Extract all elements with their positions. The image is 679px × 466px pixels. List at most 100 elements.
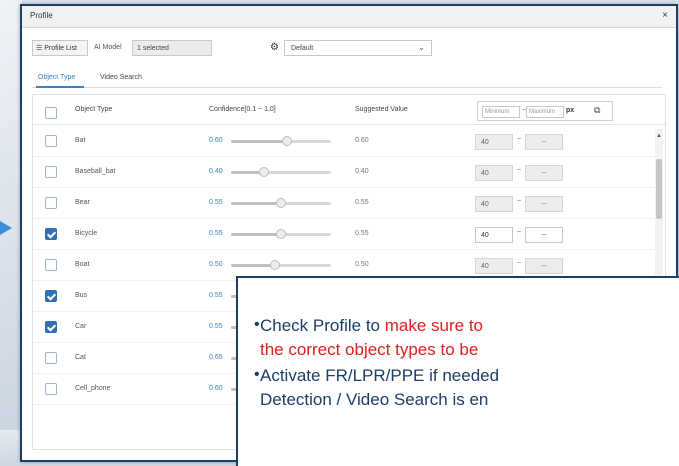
bullet-2-line-2: Detection / Video Search is en xyxy=(260,390,489,409)
scroll-up-icon[interactable]: ▲ xyxy=(656,133,662,139)
table-row: Bat 0.60 0.60 40 ~ -- xyxy=(33,126,657,157)
object-type-name: Car xyxy=(75,323,87,330)
suggested-value: 0.50 xyxy=(355,261,369,268)
table-row: Baseball_bat 0.40 0.40 40 ~ -- xyxy=(33,157,657,188)
max-size-field[interactable]: -- xyxy=(525,165,563,181)
min-size-field[interactable]: 40 xyxy=(475,165,513,181)
ai-model-label: AI Model xyxy=(94,44,122,51)
object-type-name: Baseball_bat xyxy=(75,168,116,175)
confidence-value: 0.55 xyxy=(209,323,223,330)
profile-select-value: Default xyxy=(291,45,314,52)
confidence-value: 0.50 xyxy=(209,261,223,268)
close-icon[interactable]: × xyxy=(662,10,668,21)
tab-video-search[interactable]: Video Search xyxy=(100,74,142,81)
slider-fill xyxy=(231,264,276,267)
scrollbar-thumb[interactable] xyxy=(656,159,662,219)
chevron-down-icon: ⌄ xyxy=(418,43,425,52)
min-size-field[interactable]: 40 xyxy=(475,227,513,243)
row-checkbox[interactable] xyxy=(45,290,57,302)
row-checkbox[interactable] xyxy=(45,352,57,364)
range-separator: ~ xyxy=(517,198,522,205)
confidence-value: 0.55 xyxy=(209,230,223,237)
gear-icon[interactable]: ⚙ xyxy=(270,42,279,53)
profile-toolbar: ☰ Profile List AI Model 1 selected ⚙ Def… xyxy=(32,40,432,58)
row-checkbox[interactable] xyxy=(45,259,57,271)
bullet-2-line-1: Activate FR/LPR/PPE if needed xyxy=(260,366,500,385)
suggested-value: 0.60 xyxy=(355,137,369,144)
profile-select[interactable]: Default ⌄ xyxy=(284,40,432,56)
min-size-field[interactable]: 40 xyxy=(475,258,513,274)
header-suggested-value: Suggested Value xyxy=(355,106,408,113)
confidence-slider[interactable] xyxy=(231,136,331,146)
tab-object-type[interactable]: Object Type xyxy=(38,74,75,81)
header-object-type: Object Type xyxy=(75,106,113,113)
table-header: Object Type Confidence[0.1 ~ 1.0] Sugges… xyxy=(33,95,667,125)
slider-handle[interactable] xyxy=(276,229,286,239)
object-type-name: Bus xyxy=(75,292,88,299)
max-size-field[interactable]: -- xyxy=(525,196,563,212)
row-checkbox[interactable] xyxy=(45,135,57,147)
apply-all-icon[interactable]: ⧉ xyxy=(594,105,600,116)
dialog-title: Profile xyxy=(30,11,53,20)
range-separator: ~ xyxy=(517,260,522,267)
dialog-titlebar: Profile × xyxy=(22,6,676,28)
confidence-value: 0.40 xyxy=(209,168,223,175)
object-type-name: Boat xyxy=(75,261,90,268)
slider-fill xyxy=(231,202,281,205)
active-tab-indicator xyxy=(36,86,84,88)
object-type-name: Bat xyxy=(75,137,86,144)
confidence-slider[interactable] xyxy=(231,198,331,208)
row-checkbox[interactable] xyxy=(45,383,57,395)
row-checkbox[interactable] xyxy=(45,321,57,333)
object-type-name: Bicycle xyxy=(75,230,98,237)
min-size-input[interactable]: Minimum xyxy=(482,106,520,118)
max-size-field[interactable]: -- xyxy=(525,134,563,150)
object-type-name: Cat xyxy=(75,354,86,361)
confidence-value: 0.60 xyxy=(209,137,223,144)
slider-handle[interactable] xyxy=(259,167,270,177)
min-size-field[interactable]: 40 xyxy=(475,196,513,212)
suggested-value: 0.55 xyxy=(355,199,369,206)
slider-fill xyxy=(231,233,281,236)
slider-handle[interactable] xyxy=(276,198,286,208)
range-separator: ~ xyxy=(517,167,522,174)
max-size-field[interactable]: -- xyxy=(525,258,563,274)
table-row: Bear 0.55 0.55 40 ~ -- xyxy=(33,188,657,219)
bullet-1-text-a: Check Profile to xyxy=(260,316,385,335)
header-confidence: Confidence[0.1 ~ 1.0] xyxy=(209,106,276,113)
object-type-name: Cell_phone xyxy=(75,385,111,392)
range-separator: ~ xyxy=(517,136,522,143)
confidence-value: 0.65 xyxy=(209,354,223,361)
confidence-slider[interactable] xyxy=(231,229,331,239)
confidence-value: 0.55 xyxy=(209,199,223,206)
confidence-value: 0.60 xyxy=(209,385,223,392)
max-size-input[interactable]: Maximum xyxy=(526,106,564,118)
pointer-arrow-icon xyxy=(0,221,12,235)
confidence-slider[interactable] xyxy=(231,260,331,270)
confidence-value: 0.55 xyxy=(209,292,223,299)
slider-fill xyxy=(231,140,287,143)
object-type-name: Bear xyxy=(75,199,90,206)
bullet-1-text-b: make sure to xyxy=(384,316,483,335)
min-size-field[interactable]: 40 xyxy=(475,134,513,150)
row-checkbox[interactable] xyxy=(45,166,57,178)
tab-bar: Object Type Video Search xyxy=(32,70,662,88)
range-separator: ~ xyxy=(517,229,522,236)
max-size-field[interactable]: -- xyxy=(525,227,563,243)
ai-model-select[interactable]: 1 selected xyxy=(132,40,212,56)
select-all-checkbox[interactable] xyxy=(45,107,57,119)
row-checkbox[interactable] xyxy=(45,197,57,209)
bullet-1-line-1: Check Profile to make sure to xyxy=(260,316,483,336)
suggested-value: 0.55 xyxy=(355,230,369,237)
slider-handle[interactable] xyxy=(270,260,281,270)
suggested-value: 0.40 xyxy=(355,168,369,175)
row-checkbox[interactable] xyxy=(45,228,57,240)
size-range-header: Minimum ~ Maximum px ⧉ xyxy=(477,101,613,121)
unit-label: px xyxy=(566,107,575,114)
profile-list-button[interactable]: ☰ Profile List xyxy=(32,40,88,56)
instruction-callout: • Check Profile to make sure to the corr… xyxy=(236,276,679,466)
slider-handle[interactable] xyxy=(281,136,292,146)
confidence-slider[interactable] xyxy=(231,167,331,177)
table-row: Bicycle 0.55 0.55 40 ~ -- xyxy=(33,219,657,250)
bullet-1-line-2: the correct object types to be xyxy=(260,340,479,359)
